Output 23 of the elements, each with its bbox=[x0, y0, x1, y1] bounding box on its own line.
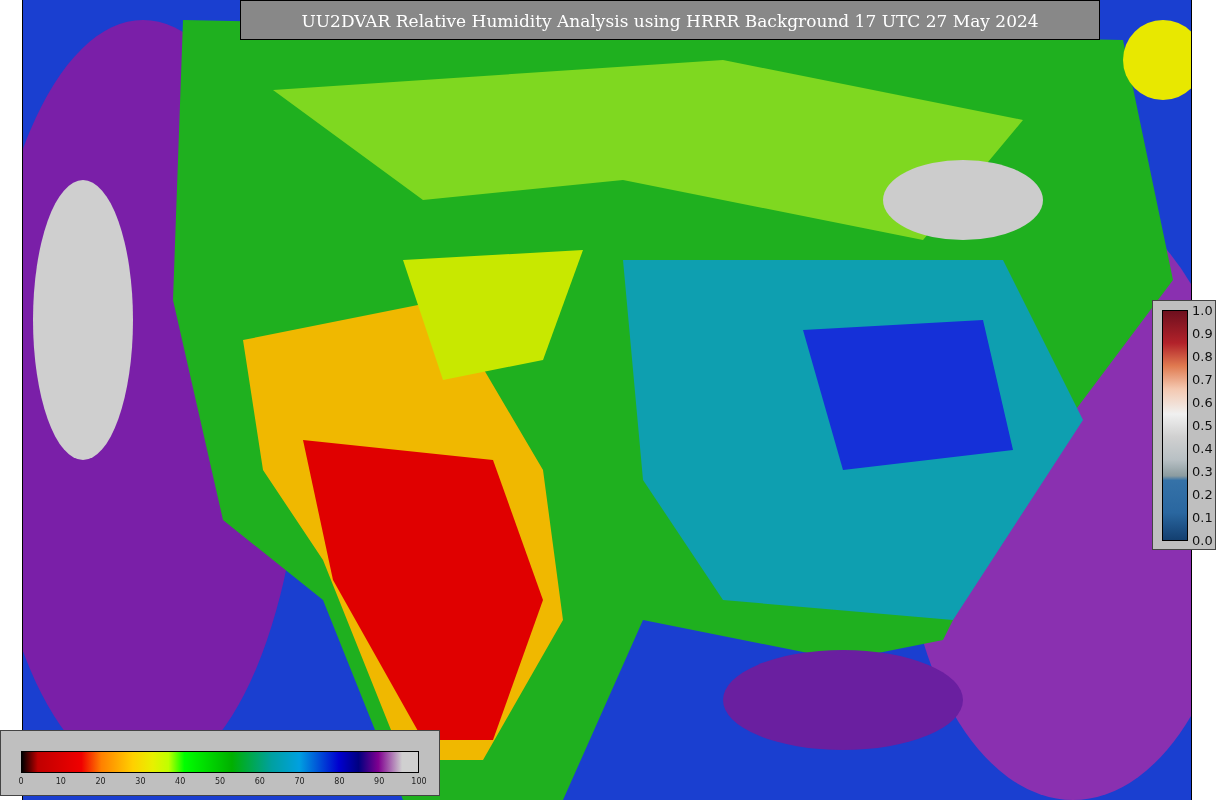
colorbar-label: 90 bbox=[374, 777, 385, 786]
colorbar-label: 0.3 bbox=[1192, 465, 1213, 478]
colorbar-label: 70 bbox=[294, 777, 305, 786]
colorbar-label: 0.1 bbox=[1192, 511, 1213, 524]
colorbar-label: 1.0 bbox=[1192, 304, 1213, 317]
map-title: UU2DVAR Relative Humidity Analysis using HRRR Background 17 UTC 27 May 2024 bbox=[240, 0, 1100, 40]
colorbar-label: 0.2 bbox=[1192, 488, 1213, 501]
colorbar-label: 10 bbox=[55, 777, 66, 786]
colorbar-label: 40 bbox=[175, 777, 186, 786]
colorbar-label: 0.6 bbox=[1192, 396, 1213, 409]
colorbar-label: 0.7 bbox=[1192, 373, 1213, 386]
colorbar-label: 0.5 bbox=[1192, 419, 1213, 432]
colorbar-label: 0 bbox=[18, 777, 24, 786]
colorbar-label: 80 bbox=[334, 777, 345, 786]
colorbar-label: 100 bbox=[411, 777, 427, 786]
colorbar-label: 0.4 bbox=[1192, 442, 1213, 455]
colorbar-label: 0.0 bbox=[1192, 534, 1213, 547]
colorbar-label: 20 bbox=[95, 777, 106, 786]
colorbar-label: 50 bbox=[214, 777, 226, 786]
colorbar-label: 0.9 bbox=[1192, 327, 1213, 340]
colorbar-label: 30 bbox=[135, 777, 146, 786]
colorbar-label: 0.8 bbox=[1192, 350, 1213, 363]
colorbar-label: 60 bbox=[254, 777, 265, 786]
